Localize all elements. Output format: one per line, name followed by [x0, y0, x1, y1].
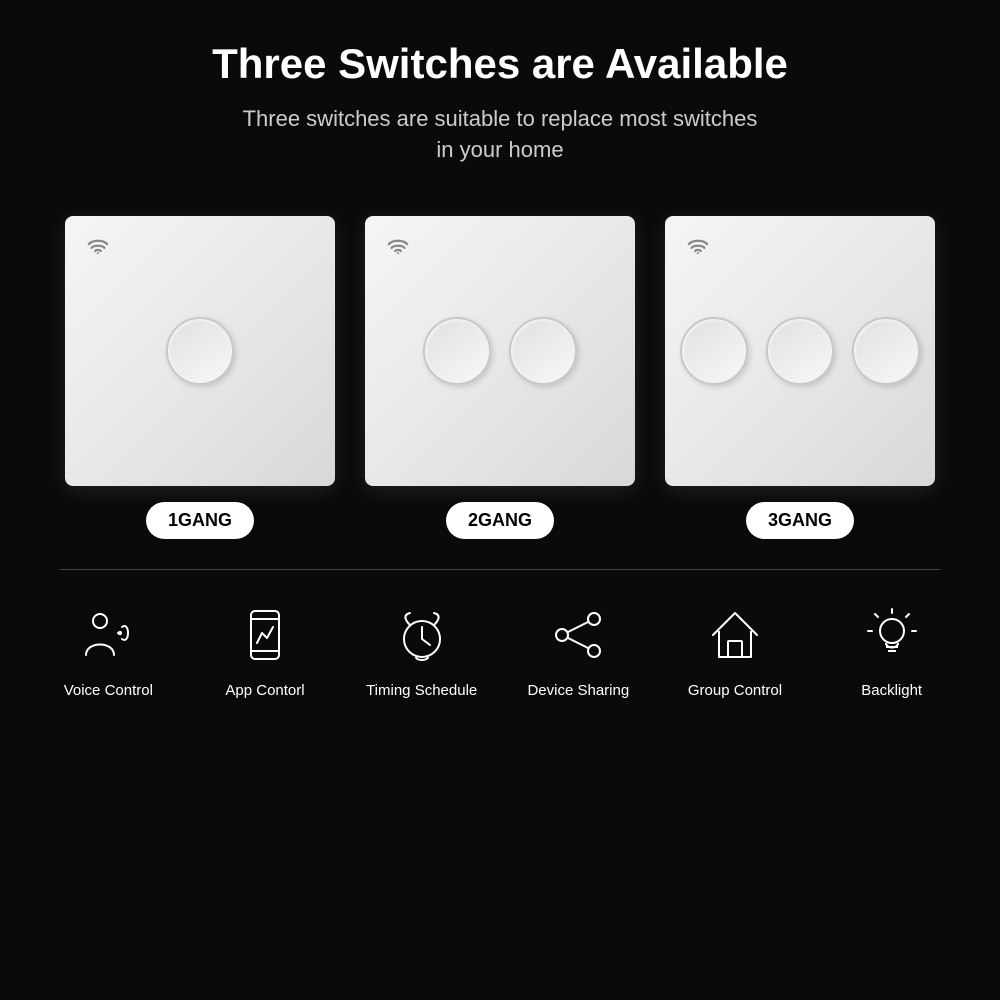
timing-schedule-label: Timing Schedule — [366, 682, 477, 699]
backlight-label: Backlight — [861, 682, 922, 699]
button-1 — [680, 317, 748, 385]
gang-label-3: 3GANG — [746, 502, 854, 539]
switch-1gang: 1GANG — [65, 216, 335, 539]
button-1 — [166, 317, 234, 385]
group-control-icon — [700, 600, 770, 670]
device-sharing-label: Device Sharing — [527, 682, 629, 699]
app-control-icon — [230, 600, 300, 670]
feature-app-control: App Contorl — [187, 600, 344, 699]
page-title: Three Switches are Available — [212, 40, 788, 88]
switch-panel-1gang — [65, 216, 335, 486]
group-control-label: Group Control — [688, 682, 782, 699]
timing-schedule-icon — [387, 600, 457, 670]
switch-2gang: 2GANG — [365, 216, 635, 539]
button-3 — [852, 317, 920, 385]
wifi-icon-1gang — [87, 238, 109, 259]
buttons-area-2gang — [423, 317, 577, 385]
wifi-icon-2gang — [387, 238, 409, 259]
button-2 — [509, 317, 577, 385]
gang-label-2: 2GANG — [446, 502, 554, 539]
feature-voice-control: Voice Control — [30, 600, 187, 699]
switch-panel-3gang — [665, 216, 935, 486]
voice-control-icon — [73, 600, 143, 670]
feature-backlight: Backlight — [813, 600, 970, 699]
divider — [60, 569, 940, 570]
features-container: Voice Control App Contorl — [0, 600, 1000, 699]
feature-timing-schedule: Timing Schedule — [343, 600, 500, 699]
feature-device-sharing: Device Sharing — [500, 600, 657, 699]
app-control-label: App Contorl — [225, 682, 304, 699]
page-subtitle: Three switches are suitable to replace m… — [212, 104, 788, 166]
voice-control-label: Voice Control — [64, 682, 153, 699]
button-1 — [423, 317, 491, 385]
feature-group-control: Group Control — [657, 600, 814, 699]
page-header: Three Switches are Available Three switc… — [192, 0, 808, 186]
switch-3gang: 3GANG — [665, 216, 935, 539]
wifi-icon-3gang — [687, 238, 709, 259]
buttons-area-3gang — [680, 317, 920, 385]
buttons-area-1gang — [166, 317, 234, 385]
switch-panel-2gang — [365, 216, 635, 486]
gang-label-1: 1GANG — [146, 502, 254, 539]
switches-container: 1GANG 2GANG — [65, 216, 935, 539]
button-2 — [766, 317, 834, 385]
device-sharing-icon — [543, 600, 613, 670]
backlight-icon — [857, 600, 927, 670]
